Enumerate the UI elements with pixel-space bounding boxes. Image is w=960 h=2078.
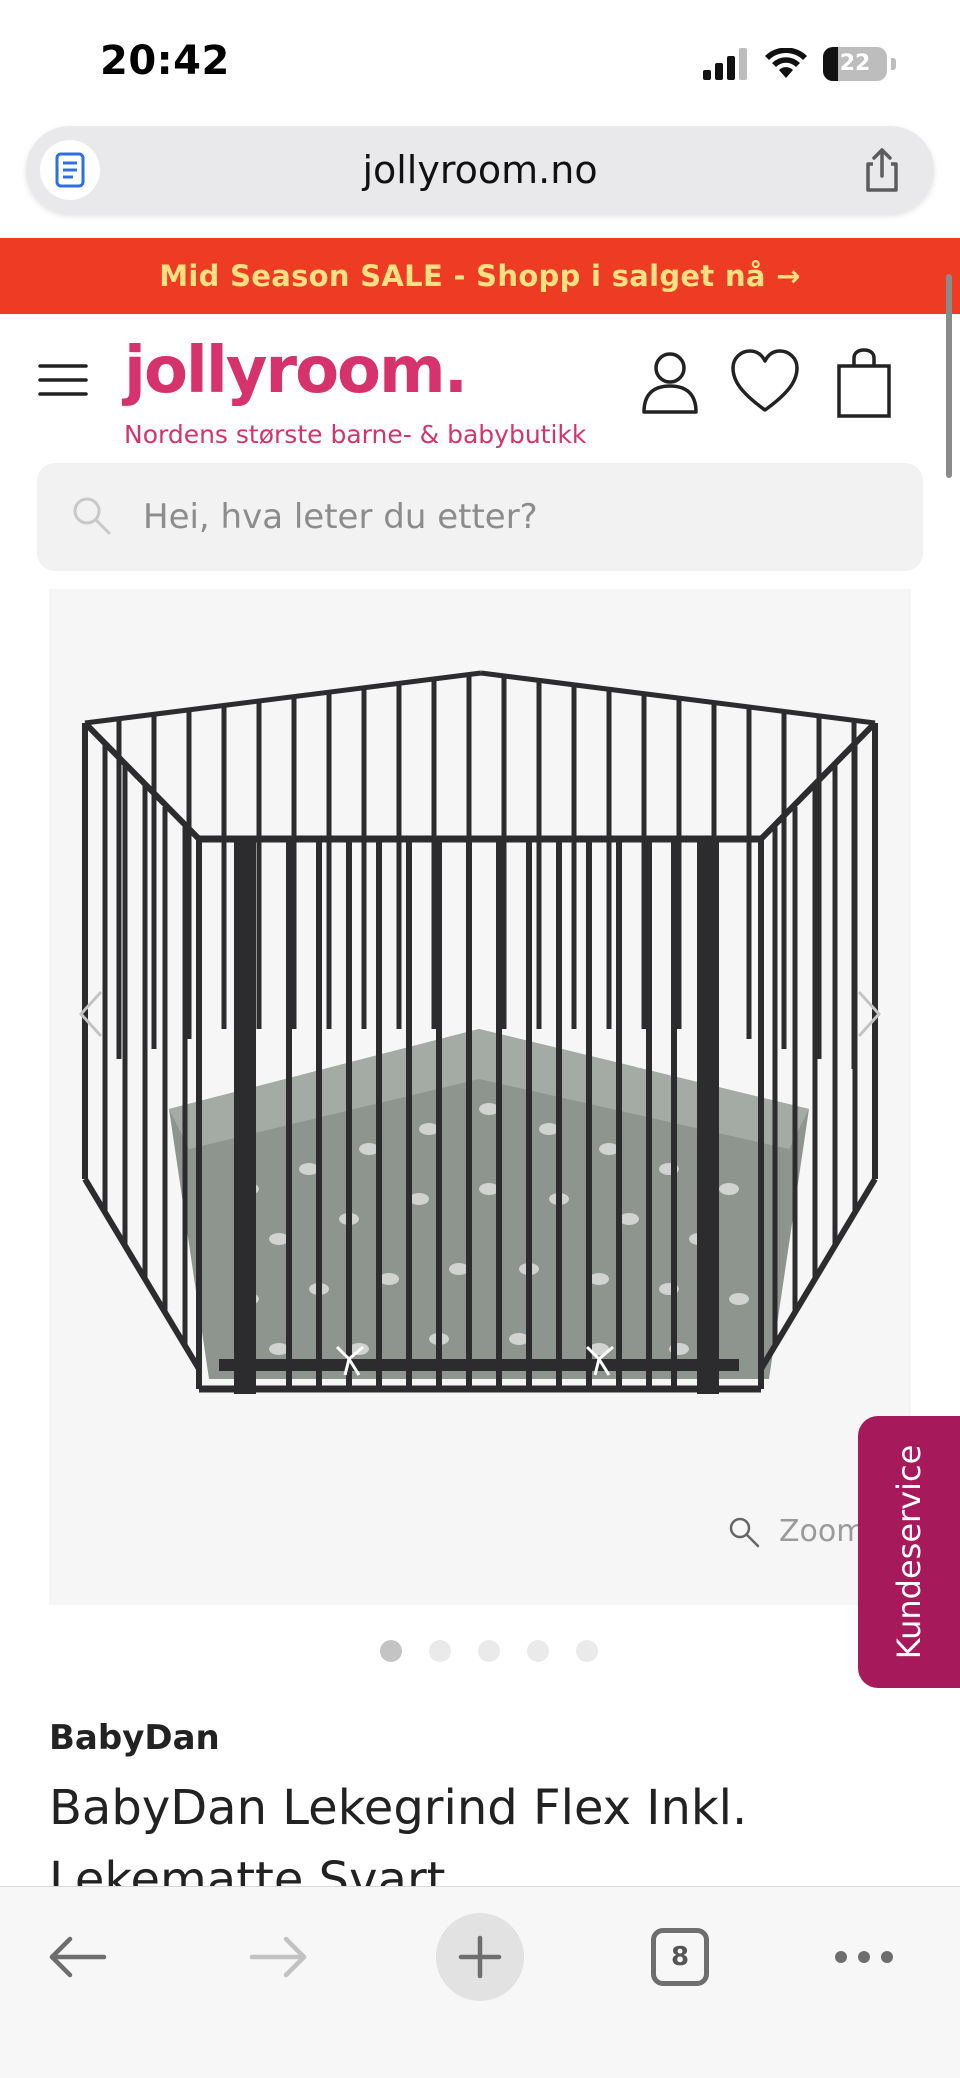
tabs-count: 8 (670, 1942, 690, 1972)
gallery-next-button[interactable] (849, 984, 889, 1044)
search-icon (69, 493, 115, 539)
product-image[interactable] (49, 589, 911, 1605)
share-button[interactable] (858, 146, 906, 194)
back-button[interactable] (28, 1907, 128, 2007)
new-tab-circle (436, 1913, 524, 2001)
gallery-dot[interactable] (380, 1640, 402, 1662)
page: 20:42 22 jollyroom.no Mid Season SALE - … (0, 0, 960, 2078)
address-bar[interactable]: jollyroom.no (26, 126, 934, 214)
customer-service-label[interactable]: Kundeservice (890, 1445, 928, 1660)
battery-tip (891, 58, 896, 70)
search-box[interactable] (37, 463, 923, 571)
reader-mode-button[interactable] (40, 140, 100, 200)
new-tab-plus-icon (458, 1935, 502, 1979)
cart-button[interactable] (836, 348, 892, 420)
tabs-icon: 8 (651, 1928, 709, 1986)
share-icon (866, 148, 898, 192)
menu-icon (38, 364, 88, 396)
chevron-left-icon (78, 990, 103, 1038)
gallery-prev-button[interactable] (71, 984, 111, 1044)
more-button[interactable] (814, 1907, 914, 2007)
zoom-label[interactable]: Zoom (779, 1514, 865, 1549)
reader-mode-icon (55, 152, 85, 188)
search-input[interactable] (143, 463, 883, 571)
status-time: 20:42 (100, 38, 230, 84)
zoom-button[interactable]: Zoom (727, 1514, 865, 1549)
status-icons: 22 (703, 44, 896, 84)
site-logo[interactable]: jollyroom. (124, 334, 468, 408)
customer-service-tab[interactable]: Kundeservice (858, 1416, 960, 1688)
gallery-dot[interactable] (527, 1640, 549, 1662)
heart-icon (731, 349, 799, 412)
wishlist-button[interactable] (730, 348, 800, 416)
product-gallery[interactable]: Zoom (49, 589, 911, 1605)
gallery-dot[interactable] (429, 1640, 451, 1662)
site-header: jollyroom. Nordens største barne- & baby… (0, 314, 960, 464)
battery-level: 22 (839, 51, 871, 76)
zoom-icon (729, 1517, 760, 1547)
new-tab-button[interactable] (430, 1907, 530, 2007)
promo-banner[interactable]: Mid Season SALE - Shopp i salget nå → (0, 238, 960, 314)
cart-icon (837, 348, 891, 418)
user-icon (642, 352, 698, 414)
menu-button[interactable] (38, 360, 88, 400)
page-scroll-indicator (946, 274, 952, 478)
url-text[interactable]: jollyroom.no (26, 126, 934, 214)
site-tagline: Nordens største barne- & babybutikk (124, 420, 587, 449)
product-brand[interactable]: BabyDan (49, 1718, 220, 1758)
forward-arrow-icon (249, 1936, 307, 1978)
back-arrow-icon (49, 1936, 107, 1978)
battery-icon: 22 (823, 47, 887, 81)
cellular-signal-icon (703, 48, 747, 80)
tabs-button[interactable]: 8 (630, 1907, 730, 2007)
chevron-right-icon (857, 990, 882, 1038)
promo-text[interactable]: Mid Season SALE - Shopp i salget nå → (159, 259, 801, 293)
gallery-dot[interactable] (576, 1640, 598, 1662)
more-icon (835, 1951, 893, 1963)
forward-button[interactable] (228, 1907, 328, 2007)
gallery-dot[interactable] (478, 1640, 500, 1662)
status-bar: 20:42 22 (0, 0, 960, 120)
account-button[interactable] (636, 348, 704, 416)
wifi-icon (765, 48, 807, 78)
gallery-pagination (380, 1640, 598, 1662)
browser-toolbar: 8 (0, 1886, 960, 2078)
